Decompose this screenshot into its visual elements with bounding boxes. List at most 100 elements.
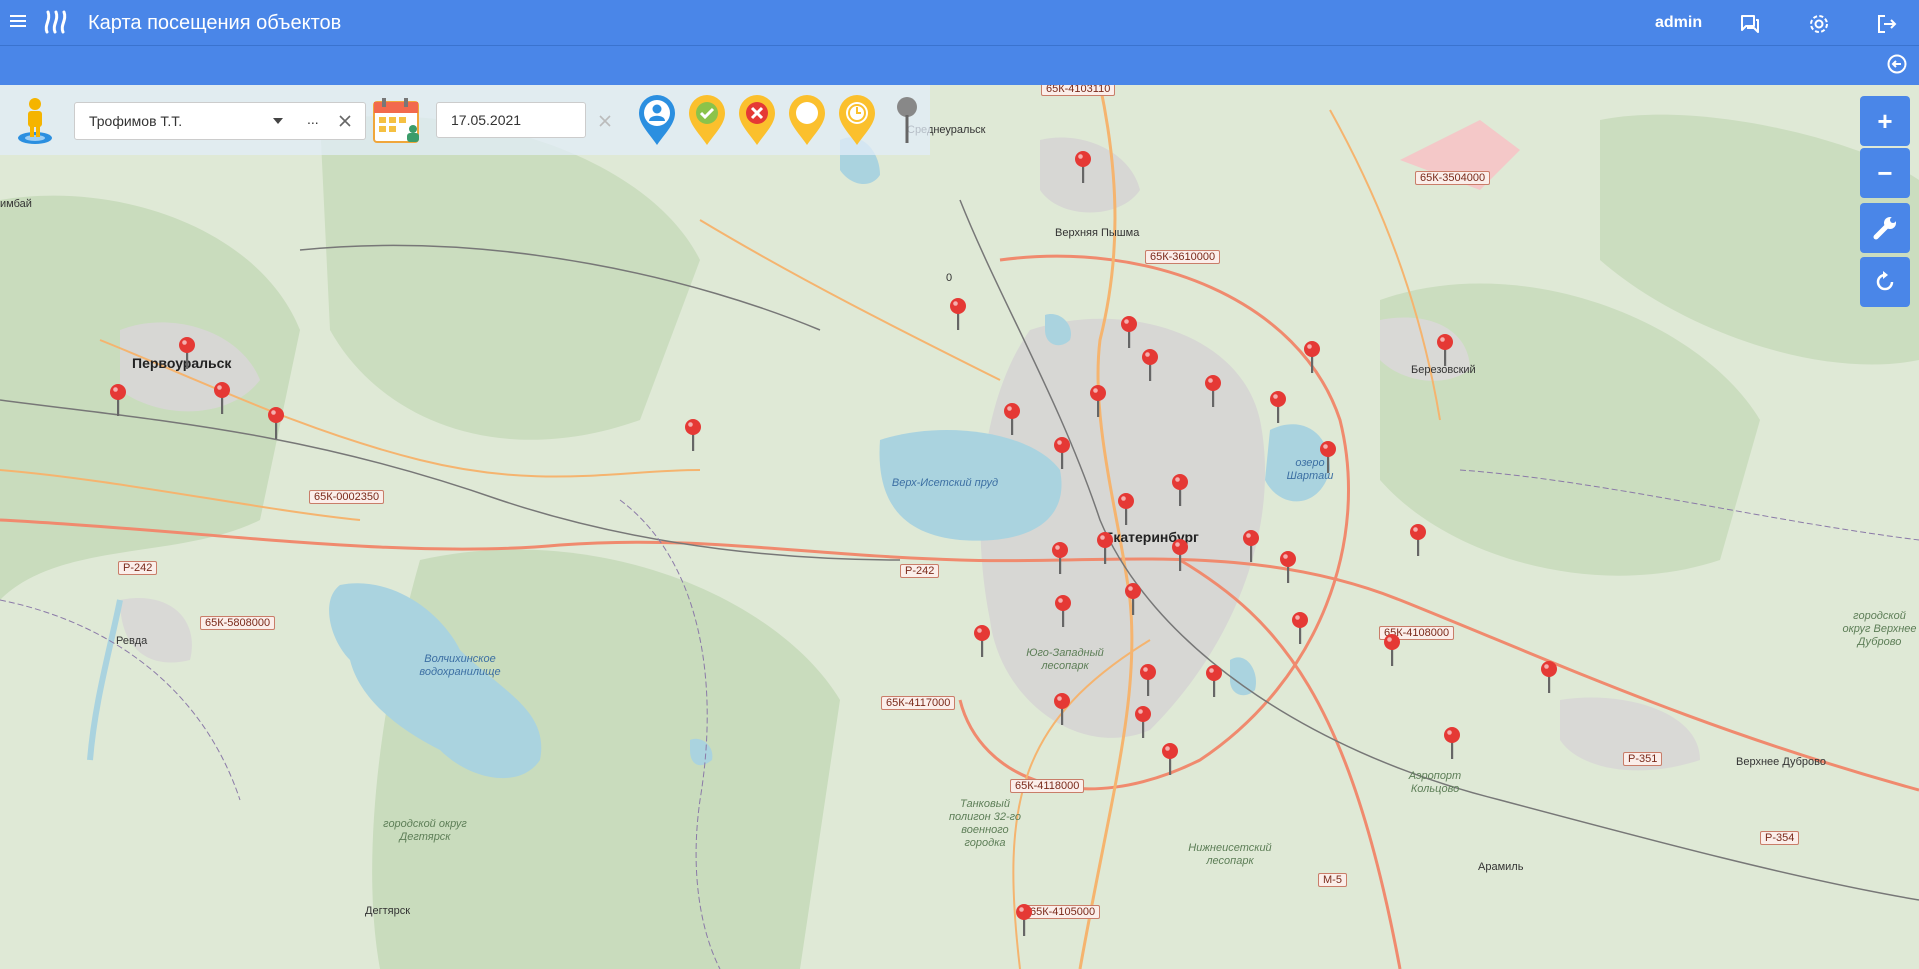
zoom-out-label: − (1877, 158, 1893, 188)
area-label-airport: Аэропорт Кольцово (1408, 770, 1462, 795)
map-pin-icon[interactable] (1096, 531, 1114, 565)
map-canvas[interactable]: Первоуральск Екатеринбург Верхняя Пышма … (0, 85, 1919, 969)
map-pin-icon[interactable] (1205, 664, 1223, 698)
map-pin-icon[interactable] (1291, 611, 1309, 645)
person-filter-icon[interactable] (14, 94, 56, 146)
employee-select-value: Трофимов Т.Т. (89, 113, 183, 129)
zoom-in-label: + (1877, 106, 1893, 136)
road-label: 65К-4118000 (1010, 779, 1085, 793)
tools-button[interactable] (1860, 203, 1910, 253)
map-pin-icon[interactable] (1134, 705, 1152, 739)
city-label-bilimbay: имбай (0, 198, 32, 210)
area-label-nizhneis-park: Нижнеисетский лесопарк (1188, 842, 1272, 867)
city-label-v-pyshma: Верхняя Пышма (1055, 227, 1140, 239)
city-label-revda: Ревда (116, 635, 148, 647)
map-pin-icon[interactable] (1139, 663, 1157, 697)
steam-logo-icon[interactable] (42, 8, 72, 36)
map-pin-icon[interactable] (1319, 440, 1337, 474)
map-pin-icon[interactable] (1409, 523, 1427, 557)
road-label: 65К-5808000 (200, 616, 276, 630)
map-pin-icon[interactable] (1242, 529, 1260, 563)
map-pin-icon[interactable] (1051, 541, 1069, 575)
collapse-back-icon[interactable] (1887, 54, 1907, 74)
person-marker-icon[interactable] (638, 94, 676, 146)
map-pin-icon[interactable] (213, 381, 231, 415)
map-pin-icon[interactable] (1383, 633, 1401, 667)
map-pin-icon[interactable] (1141, 348, 1159, 382)
zoom-in-button[interactable]: + (1860, 96, 1910, 146)
area-label-sw-park: Юго-Западный лесопарк (1026, 647, 1104, 672)
map-pin-icon[interactable] (1117, 492, 1135, 526)
road-label: Р-242 (118, 561, 158, 575)
water-label-volchikha: Волчихинское водохранилище (419, 653, 501, 678)
hamburger-icon[interactable] (10, 12, 26, 32)
date-input[interactable] (436, 102, 586, 138)
page-title: Карта посещения объектов (88, 12, 342, 34)
map-pin-icon[interactable] (1015, 903, 1033, 937)
map-pin-icon[interactable] (1204, 374, 1222, 408)
area-label-tank-range: Танковый полигон 32-го военного городка (948, 798, 1022, 849)
more-button[interactable]: ... (307, 111, 319, 127)
map-pin-icon[interactable] (684, 418, 702, 452)
cross-marker-icon[interactable] (738, 94, 776, 146)
map-pin-icon[interactable] (109, 383, 127, 417)
map-pin-icon[interactable] (1089, 384, 1107, 418)
map-pin-icon[interactable] (1443, 726, 1461, 760)
area-label-dubrovo-district: городской округ Верхнее Дуброво (1842, 610, 1917, 648)
road-label: 65К-4105000 (1025, 905, 1101, 919)
refresh-button[interactable] (1860, 257, 1910, 307)
clear-date-icon[interactable] (599, 115, 611, 127)
road-label: Р-351 (1623, 752, 1663, 766)
map-pin-icon[interactable] (1003, 402, 1021, 436)
zoom-out-button[interactable]: − (1860, 148, 1910, 198)
map-label-zero: 0 (946, 272, 953, 284)
secondary-bar (0, 45, 1919, 86)
map-pin-icon[interactable] (1436, 333, 1454, 367)
map-pin-icon[interactable] (1171, 473, 1189, 507)
map-pin-icon[interactable] (1279, 550, 1297, 584)
chevron-down-icon[interactable] (273, 118, 283, 124)
map-pin-icon[interactable] (1171, 538, 1189, 572)
map-pin-icon[interactable] (178, 336, 196, 370)
calendar-icon[interactable] (372, 96, 424, 146)
map-pin-icon[interactable] (1054, 594, 1072, 628)
gear-icon[interactable] (1807, 12, 1831, 36)
map-pin-icon[interactable] (1074, 150, 1092, 184)
road-label: Р-242 (900, 564, 940, 578)
road-label: 65К-4117000 (881, 696, 956, 710)
map-pin-icon[interactable] (1120, 315, 1138, 349)
water-label-vip: Верх-Исетский пруд (891, 477, 999, 489)
map-pin-icon[interactable] (949, 297, 967, 331)
area-label-degtyarsk-district: городской округ Дегтярск (383, 818, 467, 843)
clock-marker-icon[interactable] (838, 94, 876, 146)
logout-icon[interactable] (1875, 12, 1899, 36)
employee-select[interactable]: Трофимов Т.Т. ... (74, 102, 366, 140)
road-label: М-5 (1318, 873, 1347, 887)
road-label: 65К-4103110 (1041, 85, 1116, 96)
grey-pin-icon[interactable] (896, 96, 918, 144)
check-marker-icon[interactable] (688, 94, 726, 146)
app-header: Карта посещения объектов admin (0, 0, 1919, 45)
map-pin-icon[interactable] (1303, 340, 1321, 374)
help-icon[interactable] (1738, 12, 1762, 36)
map-pin-icon[interactable] (1540, 660, 1558, 694)
wrench-icon (1873, 217, 1896, 240)
map-pin-icon[interactable] (1269, 390, 1287, 424)
road-label: 65К-0002350 (309, 490, 385, 504)
city-label-v-dubrovo: Верхнее Дуброво (1736, 756, 1827, 768)
empty-marker-icon[interactable] (788, 94, 826, 146)
map-pin-icon[interactable] (1124, 582, 1142, 616)
city-label-degtyarsk: Дегтярск (365, 905, 411, 917)
user-name[interactable]: admin (1655, 14, 1702, 32)
refresh-icon (1876, 271, 1894, 291)
map-pin-icon[interactable] (1161, 742, 1179, 776)
road-label: 65К-3504000 (1415, 171, 1491, 185)
map-pin-icon[interactable] (1053, 692, 1071, 726)
map-pin-icon[interactable] (267, 406, 285, 440)
map-pin-icon[interactable] (973, 624, 991, 658)
clear-employee-icon[interactable] (339, 115, 351, 127)
road-label: Р-354 (1760, 831, 1800, 845)
map-pin-icon[interactable] (1053, 436, 1071, 470)
road-label: 65К-3610000 (1145, 250, 1221, 264)
city-label-aramil: Арамиль (1478, 861, 1524, 873)
